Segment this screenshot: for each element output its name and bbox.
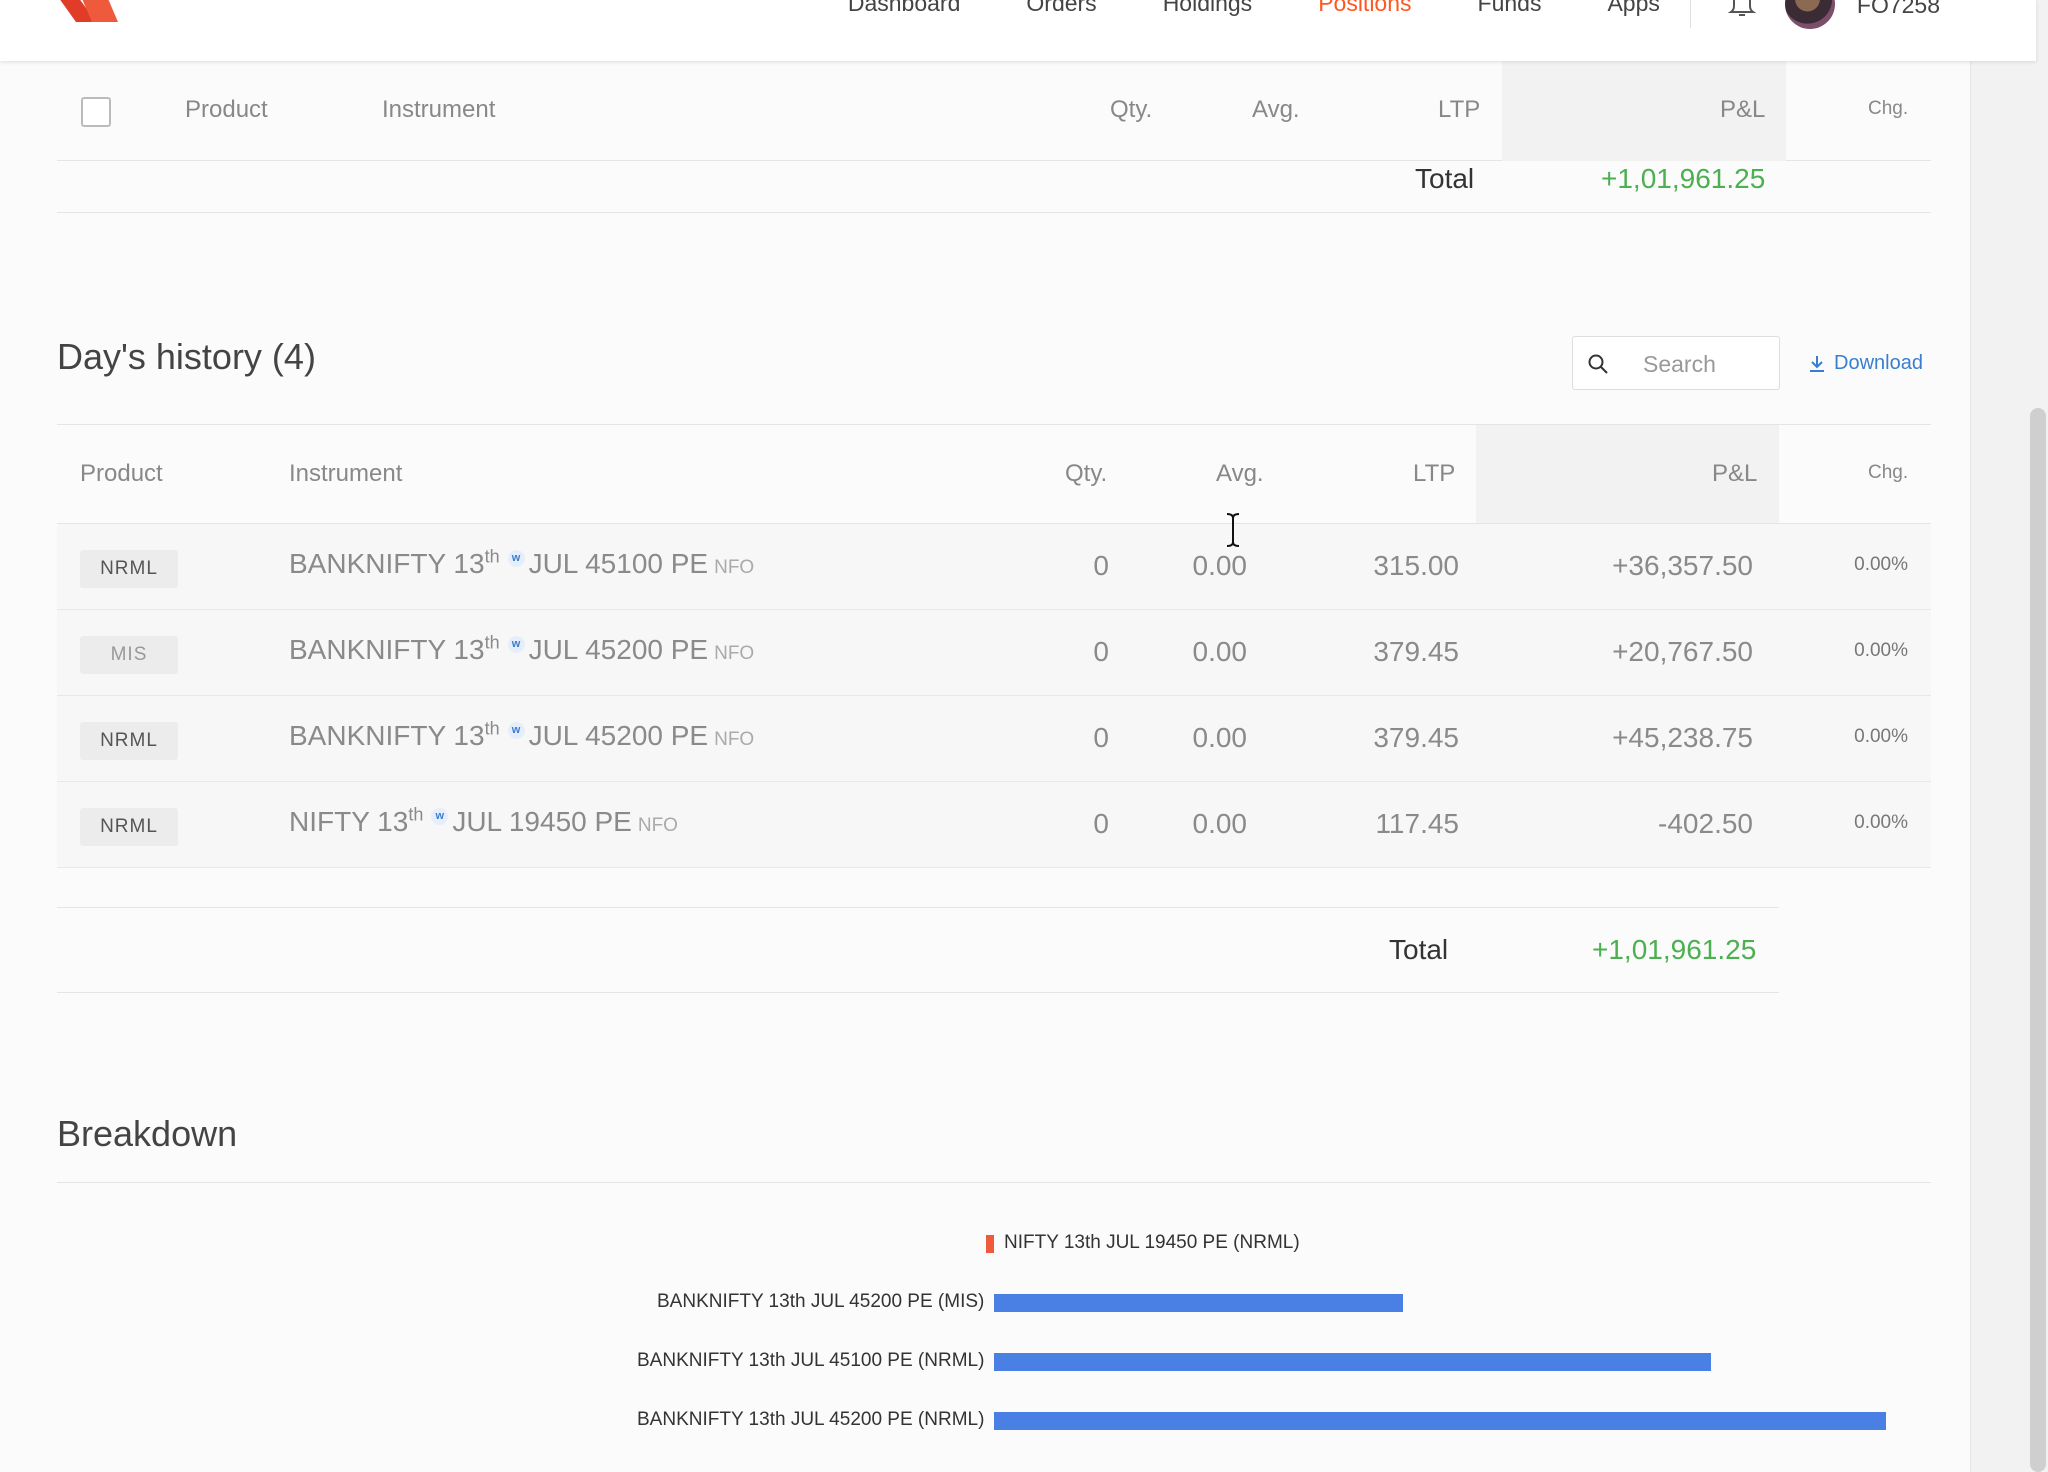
avg-value: 0.00	[1192, 808, 1248, 839]
select-all-checkbox[interactable]	[81, 97, 111, 127]
col-product[interactable]: Product	[185, 96, 268, 124]
col-product[interactable]: Product	[80, 460, 163, 488]
nav-dashboard[interactable]: Dashboard	[848, 0, 961, 15]
breakdown-chart: NIFTY 13th JUL 19450 PE (NRML) BANKNIFTY …	[0, 1215, 1970, 1472]
nav-orders[interactable]: Orders	[1026, 0, 1096, 15]
qty-value: 0	[1093, 808, 1109, 839]
download-icon	[1810, 355, 1824, 372]
positions-total-row: Total +1,01,961.25	[57, 161, 1931, 213]
avg-value: 0.00	[1192, 722, 1248, 753]
col-avg[interactable]: Avg.	[1252, 96, 1300, 124]
instrument-name[interactable]: BANKNIFTY 13th w JUL 45200 PE NFO	[289, 634, 754, 666]
weekly-icon: w	[507, 550, 525, 567]
pnl-value: +36,357.50	[1612, 550, 1753, 581]
chart-bar-label: NIFTY 13th JUL 19450 PE (NRML)	[1004, 1232, 1300, 1253]
chart-bar[interactable]	[994, 1412, 1886, 1430]
qty-value: 0	[1093, 636, 1109, 667]
instrument-name[interactable]: NIFTY 13th w JUL 19450 PE NFO	[289, 806, 678, 838]
product-badge: NRML	[80, 808, 178, 846]
vertical-scrollbar[interactable]	[2030, 408, 2046, 1472]
product-badge: NRML	[80, 550, 178, 588]
table-row[interactable]: MIS BANKNIFTY 13th w JUL 45200 PE NFO 0 0.0…	[57, 610, 1931, 696]
pnl-value: +45,238.75	[1612, 722, 1753, 753]
chart-bar-label: BANKNIFTY 13th JUL 45200 PE (MIS)	[657, 1291, 985, 1312]
weekly-icon: w	[507, 722, 525, 739]
chg-value: 0.00%	[1854, 726, 1908, 747]
ltp-value: 117.45	[1375, 808, 1459, 839]
exchange-label: NFO	[714, 557, 755, 578]
col-instrument[interactable]: Instrument	[382, 96, 495, 124]
positions-table-header: Product Instrument Qty. Avg. LTP P&L Chg…	[57, 61, 1931, 161]
ltp-value: 315.00	[1373, 550, 1459, 581]
chart-bar-label: BANKNIFTY 13th JUL 45200 PE (NRML)	[637, 1409, 985, 1430]
user-id[interactable]: FO7258	[1857, 0, 1940, 19]
history-search-input[interactable]: Search	[1572, 336, 1780, 390]
exchange-label: NFO	[714, 643, 755, 664]
col-pnl[interactable]: P&L	[1712, 460, 1757, 488]
table-row[interactable]: NRML BANKNIFTY 13th w JUL 45100 PE NFO 0 0.…	[57, 524, 1931, 610]
download-label: Download	[1834, 352, 1923, 374]
exchange-label: NFO	[714, 729, 755, 750]
chg-value: 0.00%	[1854, 640, 1908, 661]
history-total-row: Total +1,01,961.25	[57, 907, 1779, 993]
nav-funds[interactable]: Funds	[1478, 0, 1542, 15]
download-button[interactable]: Download	[1808, 352, 1923, 375]
history-table-header: Product Instrument Qty. Avg. LTP P&L Chg…	[57, 424, 1931, 524]
nav-holdings[interactable]: Holdings	[1163, 0, 1253, 15]
col-qty[interactable]: Qty.	[1110, 96, 1152, 124]
search-placeholder: Search	[1643, 351, 1716, 377]
avg-value: 0.00	[1192, 636, 1248, 667]
pnl-value: +20,767.50	[1612, 636, 1753, 667]
col-qty[interactable]: Qty.	[1065, 460, 1107, 488]
history-total-label: Total	[1389, 934, 1449, 965]
bell-icon[interactable]	[1727, 0, 1757, 16]
chart-bar-label: BANKNIFTY 13th JUL 45100 PE (NRML)	[637, 1350, 985, 1371]
exchange-label: NFO	[637, 815, 678, 836]
nav-divider	[1689, 0, 1691, 28]
top-navbar: Dashboard Orders Holdings Positions Fund…	[0, 0, 2036, 61]
table-row[interactable]: NRML NIFTY 13th w JUL 19450 PE NFO 0 0.00 1…	[57, 782, 1931, 868]
history-title: Day's history (4)	[57, 336, 316, 377]
qty-value: 0	[1093, 550, 1109, 581]
chart-bar[interactable]	[994, 1294, 1404, 1312]
pnl-value: -402.50	[1658, 808, 1753, 839]
breakdown-title: Breakdown	[57, 1113, 238, 1154]
product-badge: NRML	[80, 722, 178, 760]
table-row[interactable]: NRML BANKNIFTY 13th w JUL 45200 PE NFO 0 0.…	[57, 696, 1931, 782]
col-pnl[interactable]: P&L	[1720, 96, 1765, 124]
nav-positions[interactable]: Positions	[1318, 0, 1411, 15]
history-table: Product Instrument Qty. Avg. LTP P&L Chg…	[57, 424, 1931, 868]
col-chg[interactable]: Chg.	[1868, 98, 1908, 120]
col-chg[interactable]: Chg.	[1868, 462, 1908, 484]
ltp-value: 379.45	[1373, 722, 1459, 753]
avatar[interactable]	[1784, 0, 1835, 29]
ltp-value: 379.45	[1373, 636, 1459, 667]
chg-value: 0.00%	[1854, 554, 1908, 575]
breakdown-divider	[57, 1182, 1931, 1183]
avg-value: 0.00	[1192, 550, 1248, 581]
text-cursor-icon	[1226, 513, 1240, 547]
instrument-name[interactable]: BANKNIFTY 13th w JUL 45100 PE NFO	[289, 548, 754, 580]
col-ltp[interactable]: LTP	[1438, 96, 1480, 124]
col-instrument[interactable]: Instrument	[289, 460, 402, 488]
kite-logo-icon[interactable]	[56, 0, 118, 22]
weekly-icon: w	[431, 808, 449, 825]
search-icon	[1588, 354, 1608, 374]
instrument-name[interactable]: BANKNIFTY 13th w JUL 45200 PE NFO	[289, 720, 754, 752]
col-avg[interactable]: Avg.	[1216, 460, 1264, 488]
weekly-icon: w	[507, 636, 525, 653]
qty-value: 0	[1093, 722, 1109, 753]
chart-bar[interactable]	[994, 1353, 1711, 1371]
positions-total-label: Total	[1415, 163, 1475, 194]
chg-value: 0.00%	[1854, 812, 1908, 833]
main-nav: Dashboard Orders Holdings Positions Fund…	[782, 0, 1940, 29]
product-badge: MIS	[80, 636, 178, 674]
history-total-value: +1,01,961.25	[1592, 934, 1757, 965]
chart-bar[interactable]	[986, 1235, 994, 1253]
positions-total-value: +1,01,961.25	[1601, 163, 1766, 194]
nav-apps[interactable]: Apps	[1607, 0, 1659, 15]
col-ltp[interactable]: LTP	[1413, 460, 1455, 488]
